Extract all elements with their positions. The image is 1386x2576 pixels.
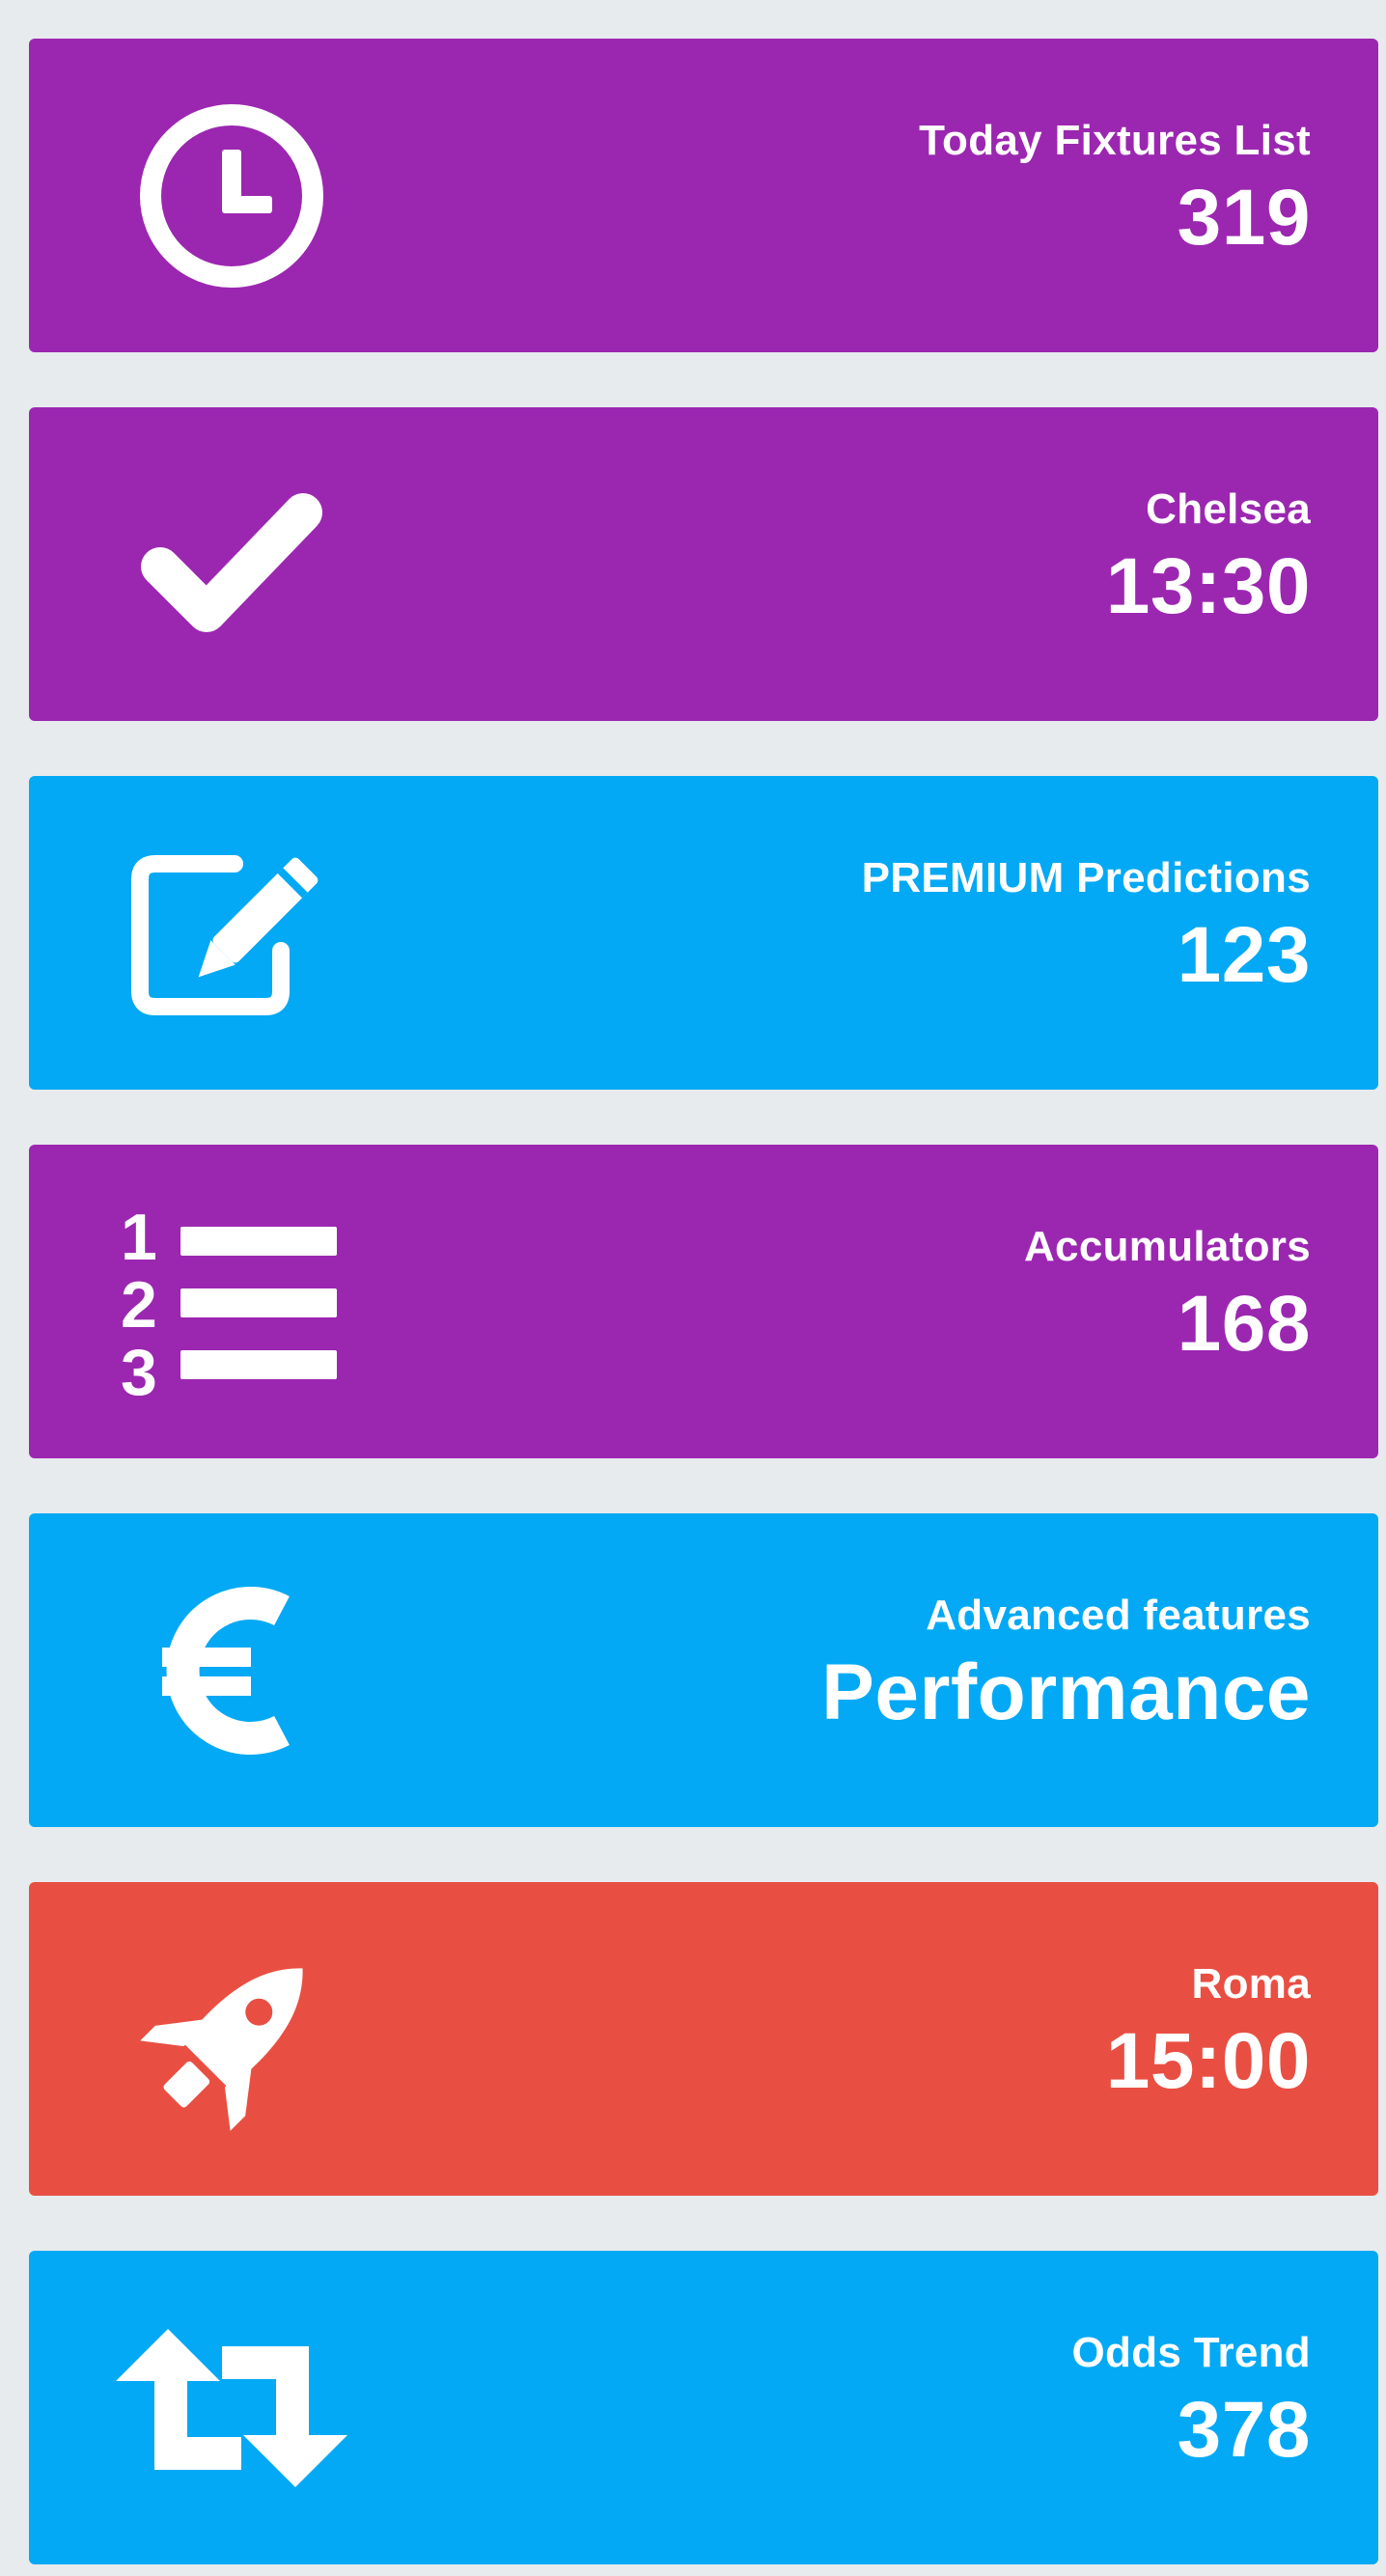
tile-value: 168 bbox=[1177, 1280, 1311, 1368]
tile-list: Today Fixtures List 319 Chelsea 13:30 PR… bbox=[0, 0, 1386, 2576]
svg-text:1: 1 bbox=[121, 1201, 157, 1274]
tile-roma[interactable]: Roma 15:00 bbox=[29, 1882, 1378, 2196]
tile-text: Roma 15:00 bbox=[1106, 1957, 1311, 2108]
tile-advanced-features[interactable]: Advanced features Performance bbox=[29, 1513, 1378, 1827]
euro-icon bbox=[116, 1555, 347, 1787]
tile-odds-trend[interactable]: Odds Trend 378 bbox=[29, 2251, 1378, 2564]
tile-text: Odds Trend 378 bbox=[1072, 2326, 1311, 2477]
tile-text: Today Fixtures List 319 bbox=[919, 114, 1311, 264]
tile-text: Chelsea 13:30 bbox=[1106, 483, 1311, 633]
tile-label: Advanced features bbox=[926, 1592, 1311, 1639]
retweet-icon bbox=[116, 2292, 347, 2524]
tile-value: 15:00 bbox=[1105, 2017, 1311, 2105]
tile-label: Today Fixtures List bbox=[919, 117, 1311, 164]
tile-label: Odds Trend bbox=[1071, 2329, 1311, 2376]
tile-accumulators[interactable]: 1 2 3 Accumulators 168 bbox=[29, 1145, 1378, 1458]
tile-value: Performance bbox=[821, 1648, 1311, 1736]
edit-icon bbox=[116, 817, 347, 1049]
tile-text: Advanced features Performance bbox=[821, 1589, 1311, 1739]
tile-label: Chelsea bbox=[1146, 485, 1311, 533]
svg-text:3: 3 bbox=[121, 1336, 157, 1408]
tile-text: PREMIUM Predictions 123 bbox=[862, 851, 1311, 1002]
svg-text:2: 2 bbox=[121, 1268, 157, 1342]
rocket-icon bbox=[116, 1924, 347, 2155]
tile-today-fixtures[interactable]: Today Fixtures List 319 bbox=[29, 39, 1378, 352]
tile-chelsea[interactable]: Chelsea 13:30 bbox=[29, 407, 1378, 721]
tile-label: PREMIUM Predictions bbox=[861, 854, 1311, 901]
numbered-list-icon: 1 2 3 bbox=[116, 1186, 347, 1418]
tile-label: Roma bbox=[1191, 1960, 1311, 2008]
tile-text: Accumulators 168 bbox=[1024, 1220, 1311, 1371]
tile-premium-predictions[interactable]: PREMIUM Predictions 123 bbox=[29, 776, 1378, 1090]
tile-value: 123 bbox=[1177, 911, 1311, 999]
tile-label: Accumulators bbox=[1023, 1223, 1311, 1270]
tile-value: 319 bbox=[1177, 174, 1311, 262]
clock-icon bbox=[116, 80, 347, 312]
tile-value: 378 bbox=[1177, 2386, 1311, 2474]
tile-value: 13:30 bbox=[1105, 542, 1311, 630]
check-icon bbox=[116, 449, 347, 680]
